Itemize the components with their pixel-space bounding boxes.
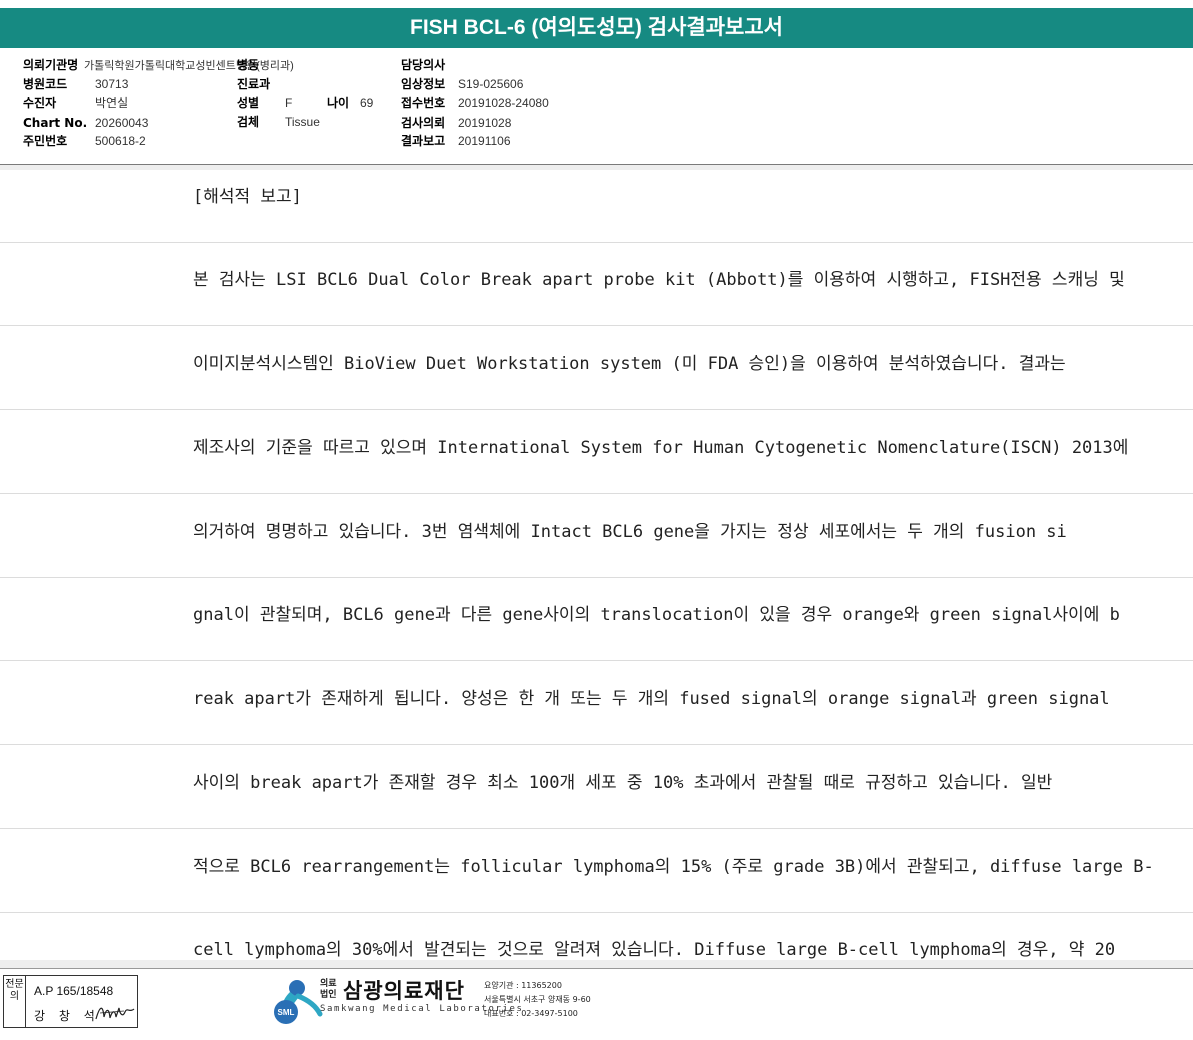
report-line-text: reak apart가 존재하게 됩니다. 양성은 한 개 또는 두 개의 fu… <box>193 689 1110 709</box>
sex-value: F <box>285 96 293 110</box>
clinical-info-value: S19-025606 <box>458 77 524 91</box>
report-line: 적으로 BCL6 rearrangement는 follicular lymph… <box>0 830 1193 913</box>
recipient-field: 수진자 박연실 <box>23 95 128 111</box>
accession-no-label: 접수번호 <box>401 96 446 110</box>
specimen-value: Tissue <box>285 115 320 129</box>
chart-no-value: 20260043 <box>95 116 149 130</box>
requesting-institution-value: 가톨릭학원가톨릭대학교성빈센트병원(병리과) <box>84 60 294 72</box>
org-address: 서울특별시 서초구 양재동 9-60 <box>484 995 591 1004</box>
handwritten-signature <box>95 1007 135 1020</box>
report-line: cell lymphoma의 30%에서 발견되는 것으로 알려져 있습니다. … <box>0 913 1193 960</box>
report-body: [해석적 보고] 본 검사는 LSI BCL6 Dual Color Break… <box>0 170 1193 960</box>
result-report-label: 결과보고 <box>401 134 446 148</box>
resident-no-value: 500618-2 <box>95 134 146 148</box>
ward-label: 병동 <box>237 58 260 72</box>
test-request-field: 검사의뢰 20191028 <box>401 115 511 131</box>
report-line-text: [해석적 보고] <box>193 187 302 207</box>
physician-field: 담당의사 <box>401 57 445 73</box>
result-report-value: 20191106 <box>458 134 511 148</box>
report-title: FISH BCL-6 (여의도성모) 검사결과보고서 <box>0 8 1193 48</box>
accession-no-value: 20191028-24080 <box>458 96 549 110</box>
report-line-text: 사이의 break apart가 존재할 경우 최소 100개 세포 중 10%… <box>193 773 1053 793</box>
age-field: 나이 69 <box>327 95 373 111</box>
hospital-code-field: 병원코드 30713 <box>23 76 128 92</box>
patient-info-panel: 의뢰기관명 가톨릭학원가톨릭대학교성빈센트병원(병리과) 병원코드 30713 수… <box>0 48 1193 165</box>
report-line: [해석적 보고] <box>0 170 1193 243</box>
specialist-label: 전문의 <box>4 976 26 1027</box>
recipient-label: 수진자 <box>23 96 57 110</box>
org-phone: 대표번호 : 02-3497-5100 <box>484 1009 578 1018</box>
footer-shade <box>0 960 1193 968</box>
report-line-text: cell lymphoma의 30%에서 발견되는 것으로 알려져 있습니다. … <box>193 940 1116 960</box>
report-line-text: 본 검사는 LSI BCL6 Dual Color Break apart pr… <box>193 270 1125 290</box>
test-request-value: 20191028 <box>458 116 512 130</box>
test-request-label: 검사의뢰 <box>401 116 446 130</box>
recipient-value: 박연실 <box>95 96 129 110</box>
report-line: gnal이 관찰되며, BCL6 gene과 다른 gene사이의 transl… <box>0 578 1193 661</box>
department-label: 진료과 <box>237 77 271 91</box>
report-line: reak apart가 존재하게 됩니다. 양성은 한 개 또는 두 개의 fu… <box>0 662 1193 745</box>
sex-label: 성별 <box>237 96 260 110</box>
resident-no-field: 주민번호 500618-2 <box>23 133 146 149</box>
age-value: 69 <box>360 96 374 110</box>
clinical-info-field: 임상정보 S19-025606 <box>401 76 523 92</box>
institution-code: 요양기관 : 11365200 <box>484 981 562 990</box>
logo-text: SML <box>278 1008 295 1017</box>
chart-no-field: Chart No. 20260043 <box>23 115 148 131</box>
clinical-info-label: 임상정보 <box>401 77 446 91</box>
department-field: 진료과 <box>237 76 270 92</box>
specimen-label: 검체 <box>237 115 260 129</box>
pathologist-name: 강 창 석 <box>34 1009 100 1023</box>
requesting-institution-label: 의뢰기관명 <box>23 58 79 72</box>
report-line-text: 의거하여 명명하고 있습니다. 3번 염색체에 Intact BCL6 gene… <box>193 522 1067 542</box>
hospital-code-label: 병원코드 <box>23 77 68 91</box>
result-report-field: 결과보고 20191106 <box>401 133 511 149</box>
report-line: 사이의 break apart가 존재할 경우 최소 100개 세포 중 10%… <box>0 746 1193 829</box>
org-name-korean: 삼광의료재단 <box>343 979 465 1003</box>
chart-no-label: Chart No. <box>23 116 88 130</box>
report-line: 의거하여 명명하고 있습니다. 3번 염색체에 Intact BCL6 gene… <box>0 495 1193 578</box>
org-type-label: 의료법인 <box>320 979 337 1000</box>
accession-no-field: 접수번호 20191028-24080 <box>401 95 549 111</box>
resident-no-label: 주민번호 <box>23 134 68 148</box>
sex-field: 성별 F <box>237 95 292 111</box>
signature-box: 전문의 A.P 165/18548 강 창 석 <box>3 975 138 1028</box>
report-line: 제조사의 기준을 따르고 있으며 International System fo… <box>0 411 1193 494</box>
report-line: 본 검사는 LSI BCL6 Dual Color Break apart pr… <box>0 243 1193 326</box>
report-line-text: gnal이 관찰되며, BCL6 gene과 다른 gene사이의 transl… <box>193 605 1120 625</box>
report-line-text: 적으로 BCL6 rearrangement는 follicular lymph… <box>193 857 1154 877</box>
hospital-code-value: 30713 <box>95 77 129 91</box>
ward-field: 병동 <box>237 57 259 73</box>
specimen-field: 검체 Tissue <box>237 114 320 130</box>
report-line-text: 이미지분석시스템인 BioView Duet Workstation syste… <box>193 354 1066 374</box>
physician-label: 담당의사 <box>401 58 446 72</box>
report-line-text: 제조사의 기준을 따르고 있으며 International System fo… <box>193 438 1129 458</box>
report-line: 이미지분석시스템인 BioView Duet Workstation syste… <box>0 327 1193 410</box>
sml-logo-icon: SML <box>274 980 323 1024</box>
ap-number: A.P 165/18548 <box>34 984 114 998</box>
age-label: 나이 <box>327 96 350 110</box>
report-footer: 전문의 A.P 165/18548 강 창 석 SML 의료법인 삼광의료재단 … <box>0 968 1193 1040</box>
